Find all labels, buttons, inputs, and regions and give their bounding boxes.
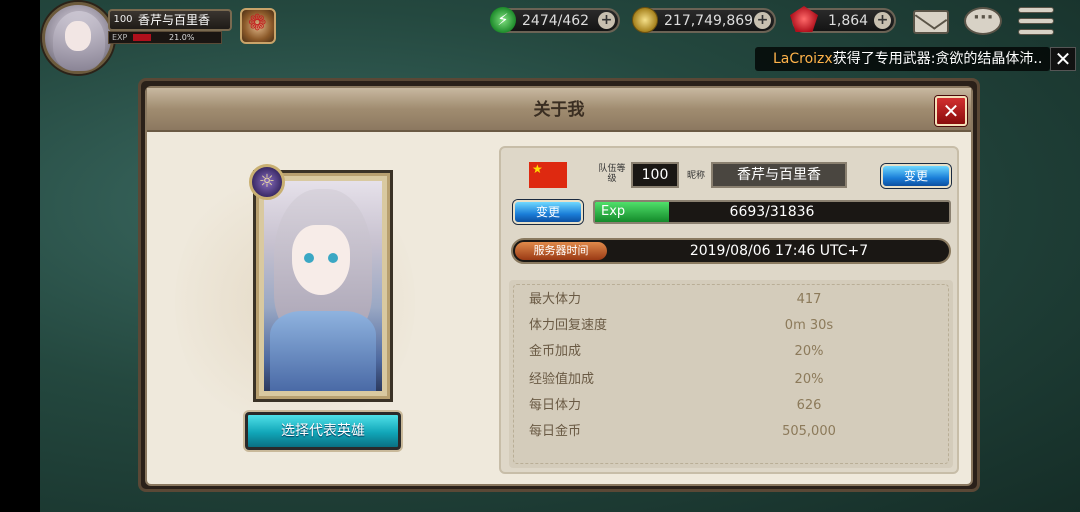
change-flag-label: 变更	[535, 205, 560, 219]
stat-label: 体力回复速度	[529, 318, 608, 333]
stat-label: 经验值加成	[529, 372, 595, 387]
menu-icon[interactable]	[1016, 5, 1056, 37]
player-name-row: 100 香芹与百里香	[108, 9, 232, 31]
dialog-title: 关于我	[533, 100, 585, 120]
team-level-value: 100	[631, 162, 679, 188]
player-exp-fill	[133, 34, 151, 41]
change-nickname-label: 变更	[903, 169, 928, 183]
stat-value: 505,000	[782, 424, 836, 439]
stat-row: 每日体力 626	[529, 394, 933, 418]
ticker-message: 获得了专用武器:贪欲的结晶体沛..	[832, 51, 1043, 67]
pick-representative-hero-button[interactable]: 选择代表英雄	[245, 412, 401, 450]
gold-coin-icon	[632, 7, 658, 33]
pick-hero-label: 选择代表英雄	[281, 423, 365, 439]
server-time-bar: 服务器时间 2019/08/06 17:46 UTC+7	[511, 238, 951, 264]
stat-row: 金币加成 20%	[529, 340, 933, 364]
hero-portrait	[264, 181, 382, 391]
stamina-pill: ⚡ 2474/462 +	[490, 7, 620, 33]
ruby-pill: 1,864 +	[790, 6, 896, 33]
player-exp-label: EXP	[112, 33, 128, 42]
stat-label: 每日体力	[529, 398, 582, 413]
ruby-icon	[790, 6, 818, 32]
stat-row: 每日金币 505,000	[529, 420, 933, 444]
china-flag-icon	[529, 162, 567, 188]
hero-portrait-frame[interactable]	[253, 170, 393, 402]
stamina-value: 2474/462	[522, 13, 590, 29]
chat-icon[interactable]	[962, 5, 1002, 37]
stat-label: 最大体力	[529, 292, 582, 307]
stat-value: 20%	[794, 344, 824, 359]
server-time-label: 服务器时间	[515, 242, 607, 260]
nickname-value: 香芹与百里香	[711, 162, 847, 188]
rose-icon[interactable]	[240, 8, 276, 44]
player-name: 香芹与百里香	[138, 13, 211, 27]
player-avatar[interactable]	[42, 2, 114, 74]
ruby-value: 1,864	[828, 13, 869, 29]
team-level-label: 队伍等级	[598, 164, 626, 184]
nickname-label: 昵称	[687, 171, 706, 181]
announcement-ticker: LaCroizx获得了专用武器:贪欲的结晶体沛..	[755, 47, 1050, 71]
gold-pill: 217,749,869 +	[632, 7, 776, 33]
player-exp-row: EXP 21.0%	[108, 31, 222, 44]
stat-value: 626	[796, 398, 822, 413]
profile-info-panel: 队伍等级 100 昵称 香芹与百里香 变更 变更 Exp 6693/31836 …	[499, 146, 959, 474]
ticker-close-button[interactable]: ✕	[1050, 47, 1076, 71]
exp-value: 6693/31836	[729, 204, 815, 220]
game-screen: 100 香芹与百里香 EXP 21.0% ⚡ 2474/462 + 217,74…	[0, 0, 1080, 512]
stat-row: 体力回复速度 0m 30s	[529, 314, 933, 338]
avatar-face	[65, 21, 91, 51]
stat-value: 417	[796, 292, 822, 307]
change-nickname-button[interactable]: 变更	[881, 164, 951, 188]
add-gold-button[interactable]: +	[754, 12, 771, 29]
stat-row: 最大体力 417	[529, 288, 933, 312]
dialog-title-bar: 关于我	[147, 88, 971, 132]
exp-progress-bar: Exp 6693/31836	[593, 200, 951, 224]
change-flag-button[interactable]: 变更	[513, 200, 583, 224]
stats-table: 最大体力 417 体力回复速度 0m 30s 金币加成 20% 经验值加成 20…	[509, 280, 953, 468]
stat-label: 金币加成	[529, 344, 582, 359]
stat-row: 经验值加成 20%	[529, 368, 933, 392]
close-button[interactable]	[935, 96, 967, 126]
ticker-player-name: LaCroizx	[773, 51, 833, 67]
player-exp-percent: 21.0%	[169, 33, 195, 42]
mail-icon[interactable]	[911, 5, 951, 37]
add-ruby-button[interactable]: +	[874, 12, 891, 29]
about-me-dialog: 关于我 选择代表英雄 队伍等级 100 昵称 香芹与百里香 变更	[145, 86, 973, 486]
player-plate[interactable]: 100 香芹与百里香 EXP 21.0%	[108, 9, 232, 45]
server-time-value: 2019/08/06 17:46 UTC+7	[689, 243, 869, 259]
element-badge-icon	[249, 164, 285, 200]
add-stamina-button[interactable]: +	[598, 12, 615, 29]
player-level: 100	[113, 14, 133, 25]
left-black-bar	[0, 0, 40, 512]
stat-value: 0m 30s	[784, 318, 834, 333]
stat-value: 20%	[794, 372, 824, 387]
stat-label: 每日金币	[529, 424, 582, 439]
stamina-icon: ⚡	[490, 7, 516, 33]
gold-value: 217,749,869	[664, 13, 754, 29]
